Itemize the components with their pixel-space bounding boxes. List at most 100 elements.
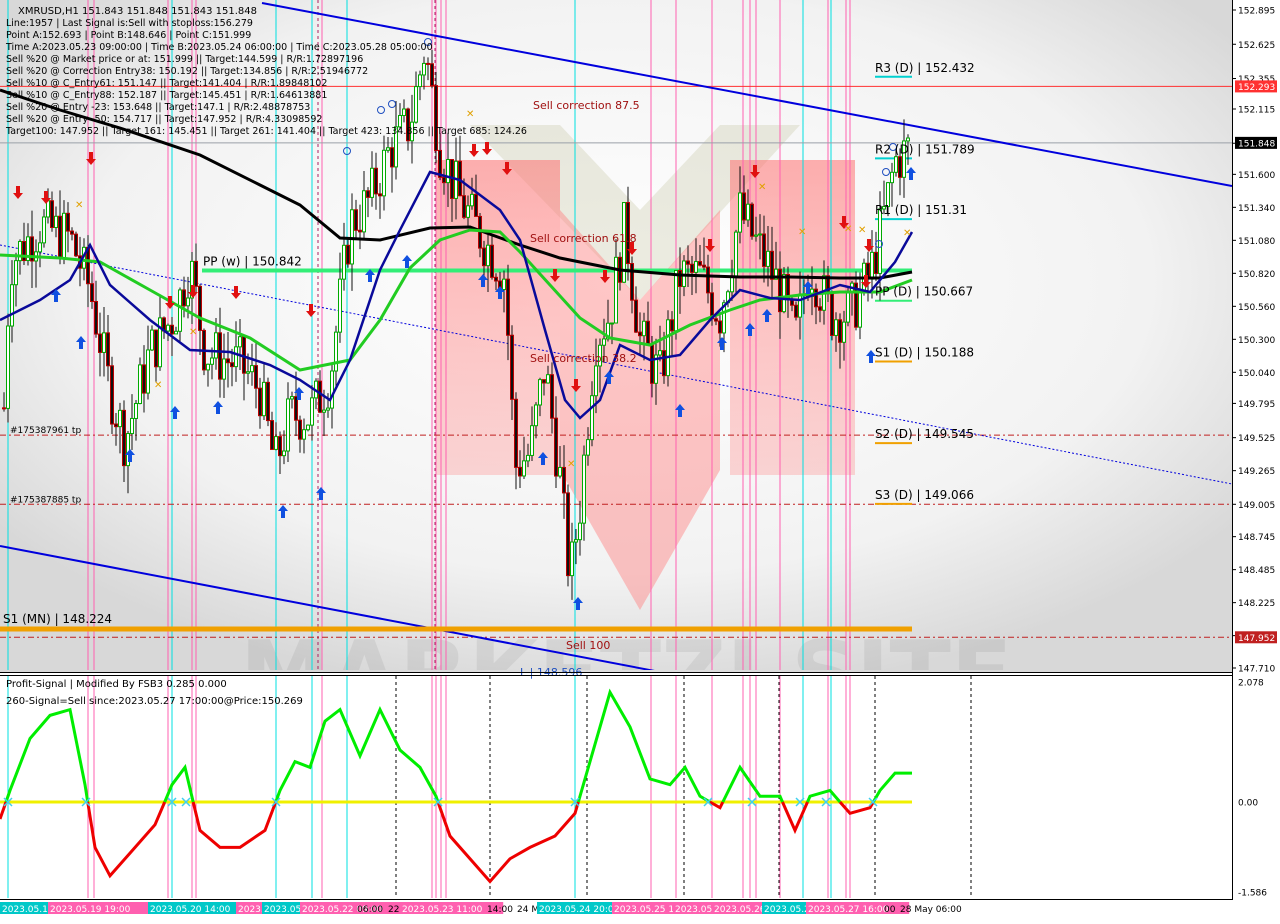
header-line: Sell %20 @ Entry -50: 154.717 || Target:… bbox=[6, 114, 322, 125]
candle-body bbox=[58, 215, 62, 259]
header-line: Target100: 147.952 || Target 161: 145.45… bbox=[5, 126, 527, 137]
current-price-tag: 151.848 bbox=[1238, 139, 1275, 149]
candle-body bbox=[594, 365, 598, 397]
candle-body bbox=[366, 190, 370, 198]
time-label: 2023.05.27 16:00 bbox=[808, 905, 889, 915]
candle-body bbox=[794, 304, 798, 318]
candle-body bbox=[814, 288, 818, 308]
time-label: 2023.05.23 11:00 bbox=[402, 905, 483, 915]
candle-body bbox=[42, 216, 46, 244]
tp-label: #175387885 tp bbox=[10, 495, 81, 505]
time-label: 24 M bbox=[517, 905, 539, 915]
oscillator-signal: 260-Signal=Sell since:2023.05.27 17:00:0… bbox=[6, 696, 303, 707]
candle-body bbox=[170, 324, 174, 335]
candle-body bbox=[174, 330, 178, 335]
candle-body bbox=[562, 466, 566, 494]
candle-body bbox=[94, 301, 98, 335]
candle-body bbox=[286, 398, 290, 452]
candle-body bbox=[494, 276, 498, 282]
star-marker-icon: ✕ bbox=[466, 109, 474, 120]
candle-body bbox=[658, 350, 662, 356]
candle-body bbox=[566, 492, 570, 577]
price-tick-label: 150.040 bbox=[1238, 369, 1275, 379]
header-line: Sell %10 @ C_Entry88: 152.187 || Target:… bbox=[6, 90, 327, 101]
candle-body bbox=[186, 297, 190, 307]
price-tick-label: 151.080 bbox=[1238, 237, 1275, 247]
candle-body bbox=[718, 320, 722, 334]
candle-body bbox=[234, 346, 238, 368]
time-label: 28 May 06:00 bbox=[900, 905, 962, 915]
osc-tick-label: -1.586 bbox=[1238, 889, 1267, 899]
candle-body bbox=[830, 293, 834, 336]
candle-body bbox=[38, 242, 42, 253]
candle-body bbox=[546, 374, 550, 384]
candle-body bbox=[462, 195, 466, 218]
star-marker-icon: ✕ bbox=[154, 380, 162, 391]
candle-body bbox=[610, 322, 614, 325]
candle-body bbox=[550, 374, 554, 419]
oscillator-title: Profit-Signal | Modified By FSB3 0.285 0… bbox=[6, 679, 227, 690]
candle-body bbox=[894, 156, 898, 173]
candle-body bbox=[386, 147, 390, 151]
candle-body bbox=[350, 209, 354, 265]
candle-body bbox=[110, 365, 114, 425]
candle-body bbox=[678, 269, 682, 287]
candle-body bbox=[370, 167, 374, 198]
candle-body bbox=[514, 398, 518, 468]
candle-body bbox=[642, 320, 646, 337]
candle-body bbox=[194, 260, 198, 287]
candle-body bbox=[290, 396, 294, 400]
candle-body bbox=[758, 233, 762, 236]
candle-body bbox=[334, 331, 338, 372]
candle-body bbox=[570, 541, 574, 577]
star-marker-icon: ✕ bbox=[903, 228, 911, 239]
candle-body bbox=[446, 159, 450, 184]
price-tick-label: 148.225 bbox=[1238, 599, 1275, 609]
daily-pivot-label: S2 (D) | 149.545 bbox=[875, 427, 974, 441]
header-line: Sell %20 @ Entry -23: 153.648 || Target:… bbox=[6, 102, 310, 113]
candle-body bbox=[150, 329, 154, 351]
candle-body bbox=[54, 215, 58, 228]
candle-body bbox=[526, 454, 530, 462]
candle-body bbox=[818, 306, 822, 311]
candle-body bbox=[542, 379, 546, 384]
candle-body bbox=[470, 193, 474, 207]
candle-body bbox=[734, 231, 738, 277]
candle-body bbox=[154, 329, 158, 368]
tp-label: #175387961 tp bbox=[10, 426, 81, 436]
osc-tick-label: 2.078 bbox=[1238, 679, 1264, 689]
candle-body bbox=[586, 439, 590, 456]
daily-pivot-label: S1 (D) | 150.188 bbox=[875, 346, 974, 360]
candle-body bbox=[590, 395, 594, 441]
candle-body bbox=[266, 381, 270, 422]
target-tag: 147.952 bbox=[1238, 634, 1275, 644]
oscillator-axis: 2.078 0.00 -1.586 bbox=[1238, 679, 1267, 899]
monthly-s1-label: S1 (MN) | 148.224 bbox=[3, 612, 112, 626]
price-tick-label: 148.745 bbox=[1238, 533, 1275, 543]
candle-body bbox=[442, 176, 446, 184]
candle-body bbox=[638, 331, 642, 337]
daily-pivot-label: R1 (D) | 151.31 bbox=[875, 203, 967, 217]
candle-body bbox=[674, 269, 678, 332]
annotation-label: Sell correction 61.8 bbox=[530, 232, 637, 245]
candle-body bbox=[270, 420, 274, 450]
time-label: 22 bbox=[388, 905, 399, 915]
candle-body bbox=[834, 319, 838, 336]
candle-body bbox=[698, 261, 702, 266]
star-marker-icon: ✕ bbox=[858, 225, 866, 236]
price-tick-label: 148.485 bbox=[1238, 566, 1275, 576]
price-tick-label: 149.795 bbox=[1238, 400, 1275, 410]
candle-body bbox=[222, 358, 226, 380]
candle-body bbox=[238, 336, 242, 348]
candle-body bbox=[518, 466, 522, 477]
candle-body bbox=[138, 364, 142, 405]
candle-body bbox=[18, 240, 22, 262]
daily-pivot-label: PP (D) | 150.667 bbox=[875, 285, 973, 299]
star-marker-icon: ✕ bbox=[758, 182, 766, 193]
candle-body bbox=[354, 209, 358, 231]
osc-tick-label: 0.00 bbox=[1238, 799, 1258, 809]
price-tick-label: 147.710 bbox=[1238, 665, 1275, 675]
annotation-label: Sell correction 38.2 bbox=[530, 352, 637, 365]
candle-body bbox=[686, 260, 690, 265]
candle-body bbox=[250, 365, 254, 373]
